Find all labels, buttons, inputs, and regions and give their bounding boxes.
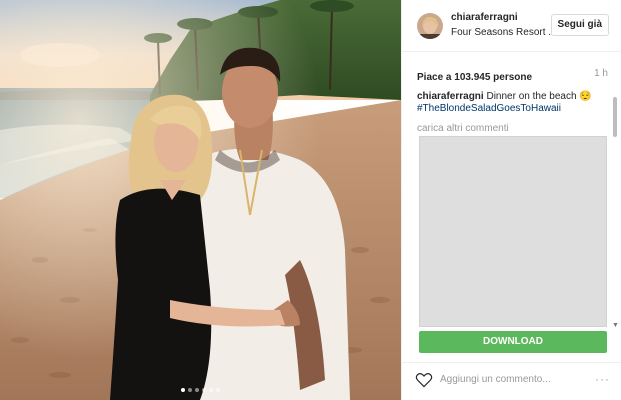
carousel-dot[interactable] bbox=[209, 388, 213, 392]
username-link[interactable]: chiaraferragni bbox=[451, 12, 518, 23]
caption-username[interactable]: chiaraferragni bbox=[417, 91, 484, 102]
location-link[interactable]: Four Seasons Resort ... bbox=[451, 27, 557, 38]
carousel-dot[interactable] bbox=[202, 388, 206, 392]
post-header: chiaraferragni Four Seasons Resort ... S… bbox=[402, 0, 621, 52]
likes-count[interactable]: Piace a 103.945 persone bbox=[417, 72, 532, 83]
download-button[interactable]: DOWNLOAD bbox=[419, 331, 607, 353]
comment-bar: ··· bbox=[402, 362, 621, 400]
comment-input[interactable] bbox=[440, 374, 580, 385]
carousel-dot[interactable] bbox=[181, 388, 185, 392]
scrollbar-thumb[interactable] bbox=[613, 97, 617, 137]
load-more-comments-link[interactable]: carica altri commenti bbox=[417, 123, 509, 134]
carousel-dot[interactable] bbox=[195, 388, 199, 392]
post-sidebar: chiaraferragni Four Seasons Resort ... S… bbox=[401, 0, 621, 400]
heart-icon[interactable] bbox=[415, 372, 433, 388]
more-options-icon[interactable]: ··· bbox=[595, 372, 610, 386]
comments-scrollbar[interactable]: ▼ bbox=[612, 97, 619, 329]
caption-text: Dinner on the beach 😌 bbox=[483, 91, 592, 102]
post-timestamp[interactable]: 1 h bbox=[594, 68, 608, 79]
ad-placeholder[interactable] bbox=[419, 136, 607, 327]
hashtag-link[interactable]: #TheBlondeSaladGoesToHawaii bbox=[417, 103, 607, 115]
carousel-dot[interactable] bbox=[188, 388, 192, 392]
photo-image bbox=[0, 0, 401, 400]
carousel-dots bbox=[0, 388, 401, 392]
caption: chiaraferragni Dinner on the beach 😌 #Th… bbox=[417, 91, 607, 115]
scroll-down-arrow-icon[interactable]: ▼ bbox=[612, 322, 619, 329]
carousel-dot[interactable] bbox=[216, 388, 220, 392]
post-photo[interactable] bbox=[0, 0, 401, 400]
avatar-image bbox=[417, 13, 443, 39]
avatar[interactable] bbox=[417, 13, 443, 39]
likes-row: Piace a 103.945 persone 1 h bbox=[417, 67, 608, 83]
following-button[interactable]: Segui già bbox=[550, 14, 609, 36]
